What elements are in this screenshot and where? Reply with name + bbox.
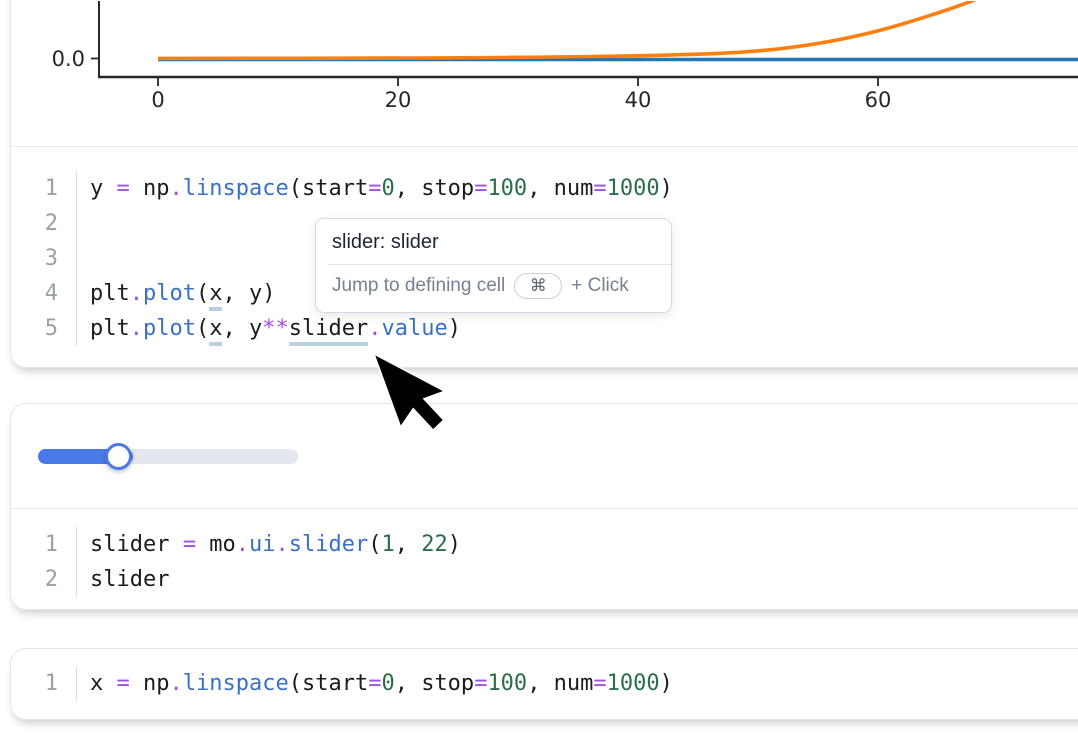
command-icon: ⌘ (530, 276, 547, 296)
code-line[interactable]: 1x = np.linspace(start=0, stop=100, num=… (11, 666, 1078, 701)
xtick-label: 20 (385, 88, 412, 112)
line-number: 2 (11, 206, 77, 241)
code-line[interactable]: 1slider = mo.ui.slider(1, 22) (11, 527, 1078, 562)
slider-handle[interactable] (105, 443, 132, 470)
xtick-label: 40 (625, 88, 652, 112)
plot-output: 0.0 0 20 40 60 (11, 0, 1078, 147)
ytick-label: 0.0 (52, 47, 85, 71)
code-text: plt.plot(x, y**slider.value) (77, 311, 461, 346)
xtick-label: 0 (151, 88, 164, 112)
code-line[interactable]: 5plt.plot(x, y**slider.value) (11, 311, 1078, 346)
code-text (77, 241, 90, 276)
line-number: 4 (11, 276, 77, 311)
line-series-orange (158, 1, 991, 58)
matplotlib-figure: 0.0 0 20 40 60 (11, 1, 1078, 146)
tooltip-title: slider: slider (316, 219, 671, 264)
code-text: y = np.linspace(start=0, stop=100, num=1… (77, 171, 673, 206)
notebook-cell-slider: 1slider = mo.ui.slider(1, 22)2slider (10, 403, 1078, 610)
click-hint-label: + Click (571, 275, 629, 297)
line-number: 1 (11, 527, 77, 562)
code-text: slider = mo.ui.slider(1, 22) (77, 527, 461, 562)
underlined-reference[interactable]: slider (289, 316, 368, 346)
code-line[interactable]: 2slider (11, 562, 1078, 597)
code-text: slider (77, 562, 169, 597)
code-editor[interactable]: 1x = np.linspace(start=0, stop=100, num=… (11, 649, 1078, 721)
slider[interactable] (38, 449, 298, 464)
line-number: 2 (11, 562, 77, 597)
variable-tooltip: slider: slider Jump to defining cell ⌘ +… (315, 218, 672, 313)
line-number: 1 (11, 666, 77, 701)
line-number: 5 (11, 311, 77, 346)
jump-to-defining-cell-label: Jump to defining cell (332, 275, 505, 297)
notebook-cell-x: 1x = np.linspace(start=0, stop=100, num=… (10, 648, 1078, 720)
cmd-key-badge: ⌘ (514, 273, 562, 299)
code-text: plt.plot(x, y) (77, 276, 275, 311)
line-number: 1 (11, 171, 77, 206)
slider-output (11, 404, 1078, 509)
line-number: 3 (11, 241, 77, 276)
code-line[interactable]: 1y = np.linspace(start=0, stop=100, num=… (11, 171, 1078, 206)
underlined-reference[interactable]: x (209, 316, 222, 346)
underlined-reference[interactable]: x (209, 281, 222, 311)
xtick-label: 60 (865, 88, 892, 112)
code-text: x = np.linspace(start=0, stop=100, num=1… (77, 666, 673, 701)
code-text (77, 206, 90, 241)
code-editor[interactable]: 1slider = mo.ui.slider(1, 22)2slider (11, 509, 1078, 617)
